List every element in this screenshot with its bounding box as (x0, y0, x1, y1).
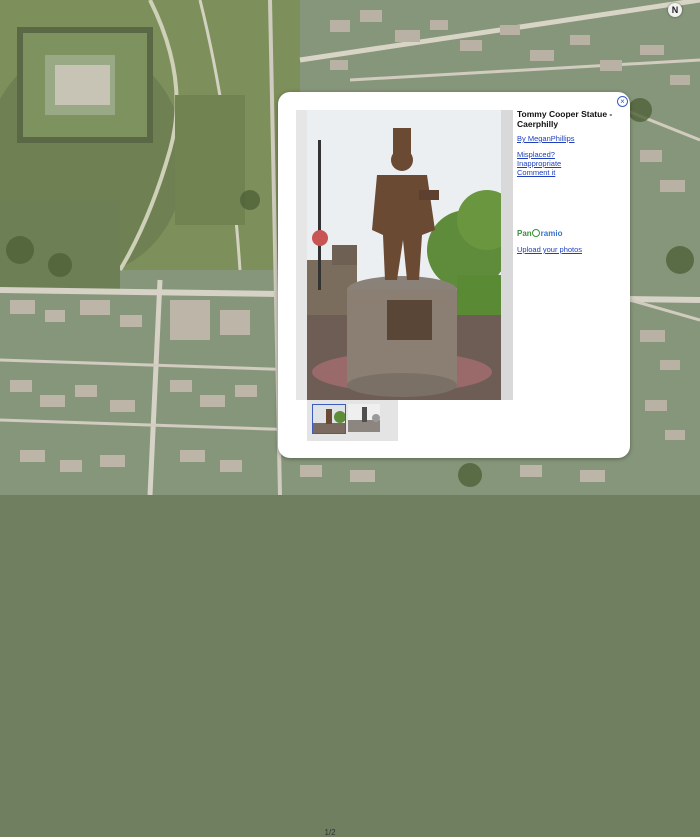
close-icon[interactable]: × (617, 96, 628, 107)
north-compass-icon: N (668, 3, 682, 17)
panoramio-logo[interactable]: Pan ramio (517, 229, 562, 238)
thumbnail-counter: 1/2 (324, 828, 336, 837)
photo-info: Tommy Cooper Statue - Caerphilly (517, 109, 625, 129)
logo-text-2: ramio (540, 229, 563, 238)
thumbnail-1[interactable] (312, 404, 346, 434)
inappropriate-link[interactable]: Inappropriate (517, 159, 561, 168)
logo-o-icon (532, 229, 541, 237)
logo-text-1: Pan (517, 229, 532, 238)
thumbnail-strip: 1/2 (307, 400, 398, 837)
author-link[interactable]: By MeganPhillips (517, 134, 575, 143)
photo-title: Tommy Cooper Statue - Caerphilly (517, 109, 613, 129)
misplaced-link[interactable]: Misplaced? (517, 150, 555, 159)
photo-image[interactable] (307, 110, 501, 400)
photo-left-bar (296, 110, 307, 400)
thumbnail-2[interactable] (348, 404, 380, 432)
upload-photos-link[interactable]: Upload your photos (517, 245, 582, 254)
comment-link[interactable]: Comment it (517, 168, 555, 177)
photo-right-strip (501, 110, 513, 400)
